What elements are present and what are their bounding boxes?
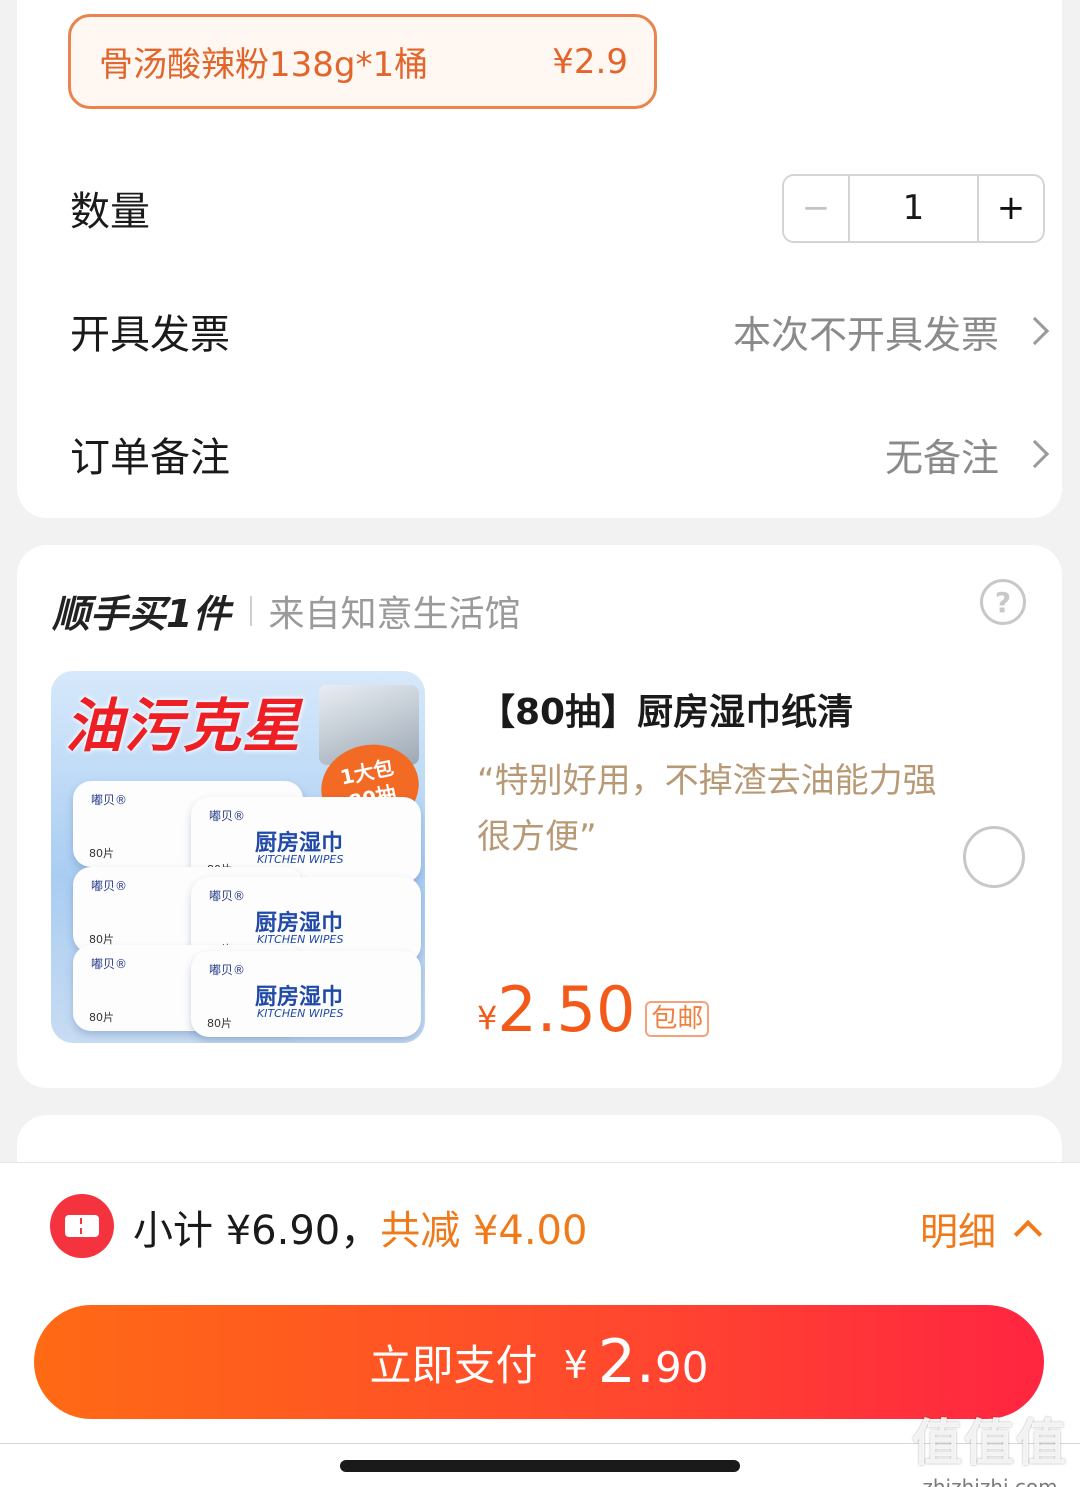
wipes-pack: 嘟贝® 厨房湿巾 KITCHEN WIPES 80片 bbox=[191, 951, 421, 1037]
invoice-value: 本次不开具发票 bbox=[732, 312, 999, 357]
addon-card: 顺手买1件 来自知意生活馆 ? 油污克星 1大包 80抽 嘟贝® 80片 嘟贝®… bbox=[17, 545, 1062, 1088]
selected-sku-chip[interactable]: 骨汤酸辣粉138g*1桶 ¥2.9 bbox=[68, 14, 657, 109]
pack-en-name: KITCHEN WIPES bbox=[257, 1007, 344, 1020]
pay-currency: ¥ bbox=[563, 1343, 588, 1387]
price-summary: 小计 ¥6.90， 共减 ¥4.00 bbox=[133, 1198, 587, 1256]
pack-brand: 嘟贝® bbox=[91, 879, 128, 893]
discount-text: 共减 ¥4.00 bbox=[380, 1208, 588, 1254]
increase-button[interactable]: + bbox=[977, 175, 1043, 241]
checkout-bottom-bar: 小计 ¥6.90， 共减 ¥4.00 明细 立即支付 ¥ 2. 90 值值值 z… bbox=[0, 1162, 1080, 1487]
pack-count: 80片 bbox=[207, 1017, 232, 1030]
free-shipping-tag: 包邮 bbox=[645, 1001, 710, 1037]
remark-row[interactable]: 订单备注 无备注 bbox=[70, 414, 1050, 494]
remark-value: 无备注 bbox=[884, 435, 999, 480]
pack-brand: 嘟贝® bbox=[209, 809, 246, 823]
invoice-label: 开具发票 bbox=[70, 312, 230, 358]
invoice-value-wrap: 本次不开具发票 bbox=[732, 304, 1050, 359]
watermark: 值值值 zhizhizhi.com bbox=[912, 1403, 1068, 1487]
help-icon[interactable]: ? bbox=[980, 579, 1026, 625]
quantity-label: 数量 bbox=[70, 189, 150, 235]
product-image-banner: 油污克星 bbox=[65, 692, 302, 760]
quantity-row: 数量 − 1 + bbox=[70, 168, 1045, 248]
coupon-icon bbox=[50, 1194, 114, 1258]
home-indicator[interactable] bbox=[340, 1460, 740, 1472]
order-options-card: 骨汤酸辣粉138g*1桶 ¥2.9 数量 − 1 + 开具发票 本次不开具发票 … bbox=[17, 0, 1062, 518]
sku-price: ¥2.9 bbox=[552, 41, 628, 82]
chevron-right-icon bbox=[1020, 316, 1050, 346]
product-image[interactable]: 油污克星 1大包 80抽 嘟贝® 80片 嘟贝® 厨房湿巾 KITCHEN WI… bbox=[51, 671, 425, 1043]
pack-en-name: KITCHEN WIPES bbox=[257, 853, 344, 866]
pack-brand: 嘟贝® bbox=[209, 889, 246, 903]
subtotal-text: 小计 ¥6.90， bbox=[133, 1208, 381, 1254]
price-detail-toggle[interactable]: 明细 bbox=[919, 1201, 1043, 1256]
divider bbox=[250, 595, 253, 626]
decrease-button[interactable]: − bbox=[784, 175, 850, 241]
remark-value-wrap: 无备注 bbox=[884, 427, 1050, 482]
watermark-logo: 值值值 bbox=[912, 1414, 1068, 1472]
price-currency: ¥ bbox=[477, 999, 498, 1037]
watermark-url: zhizhizhi.com bbox=[922, 1475, 1058, 1487]
pay-now-button[interactable]: 立即支付 ¥ 2. 90 bbox=[34, 1305, 1044, 1419]
product-price: ¥ 2.50 包邮 bbox=[477, 973, 710, 1046]
product-title[interactable]: 【80抽】厨房湿巾纸清 bbox=[479, 683, 853, 735]
quantity-stepper: − 1 + bbox=[782, 173, 1045, 243]
sku-name: 骨汤酸辣粉138g*1桶 bbox=[99, 45, 429, 85]
addon-title: 顺手买1件 bbox=[52, 592, 231, 636]
quantity-value[interactable]: 1 bbox=[850, 176, 977, 241]
pack-count: 80片 bbox=[89, 847, 114, 860]
product-review-quote: “特别好用，不掉渣去油能力强很方便” bbox=[477, 761, 937, 857]
pay-label: 立即支付 bbox=[369, 1340, 538, 1390]
pay-amount-int: 2. bbox=[597, 1327, 655, 1397]
pay-amount-dec: 90 bbox=[655, 1342, 709, 1392]
pack-brand: 嘟贝® bbox=[91, 957, 128, 971]
pack-count: 80片 bbox=[89, 1011, 114, 1024]
pack-brand: 嘟贝® bbox=[91, 793, 128, 807]
remark-label: 订单备注 bbox=[70, 435, 230, 481]
invoice-row[interactable]: 开具发票 本次不开具发票 bbox=[70, 291, 1050, 371]
addon-shop-name: 来自知意生活馆 bbox=[268, 593, 521, 635]
chevron-up-icon bbox=[1013, 1219, 1043, 1248]
price-value: 2.50 bbox=[497, 973, 636, 1046]
pack-brand: 嘟贝® bbox=[209, 963, 246, 977]
addon-select-radio[interactable] bbox=[963, 826, 1025, 888]
addon-header: 顺手买1件 来自知意生活馆 bbox=[52, 583, 520, 638]
detail-label: 明细 bbox=[919, 1210, 996, 1254]
checkout-page: 骨汤酸辣粉138g*1桶 ¥2.9 数量 − 1 + 开具发票 本次不开具发票 … bbox=[0, 0, 1080, 1487]
chevron-right-icon bbox=[1020, 439, 1050, 469]
